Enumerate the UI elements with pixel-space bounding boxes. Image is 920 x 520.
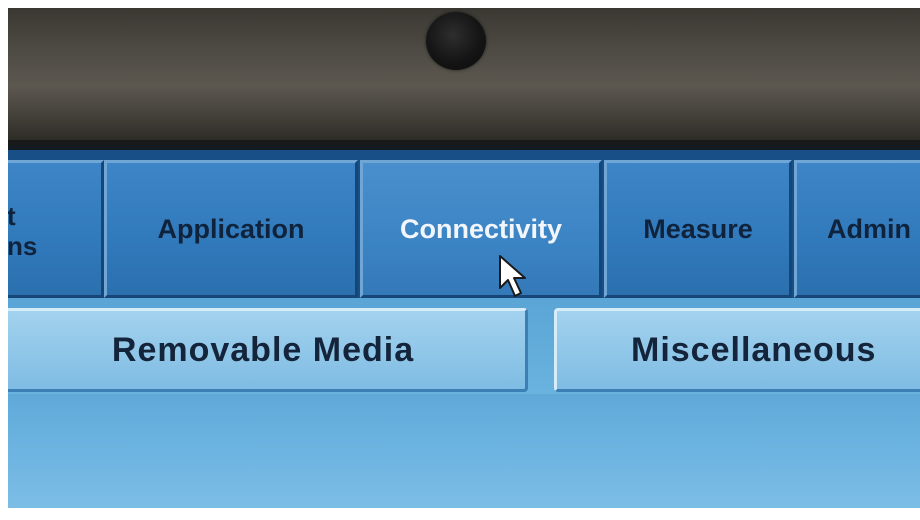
tab-application[interactable]: Application <box>104 160 358 298</box>
arrow-pointer-icon <box>499 255 526 297</box>
tab-measure[interactable]: Measure <box>604 160 792 298</box>
tab-admin-label: Admin <box>827 213 911 244</box>
subtab-miscellaneous[interactable]: Miscellaneous <box>554 308 920 392</box>
main-tab-bar: t ns Application Connectivity Measure Ad… <box>8 150 920 300</box>
tab-partial-left[interactable]: t ns <box>8 160 104 298</box>
tab-admin[interactable]: Admin <box>794 160 920 298</box>
tab-partial-line1: t <box>8 201 37 231</box>
subtab-removable-media[interactable]: Removable Media <box>8 308 528 392</box>
photo-frame: t ns Application Connectivity Measure Ad… <box>8 8 920 508</box>
sub-tab-strip: Removable Media Miscellaneous <box>8 298 920 394</box>
tab-measure-label: Measure <box>643 213 753 244</box>
tab-connectivity[interactable]: Connectivity <box>360 160 602 298</box>
device-screen: t ns Application Connectivity Measure Ad… <box>8 150 920 508</box>
subtab-removable-media-label: Removable Media <box>111 330 415 369</box>
monitor-bezel <box>8 8 920 152</box>
content-area <box>8 394 920 508</box>
tab-application-label: Application <box>157 213 305 244</box>
tab-connectivity-label: Connectivity <box>399 213 563 244</box>
subtab-miscellaneous-label: Miscellaneous <box>631 330 877 369</box>
webcam-lens <box>426 12 486 70</box>
tab-partial-line2: ns <box>8 231 38 261</box>
